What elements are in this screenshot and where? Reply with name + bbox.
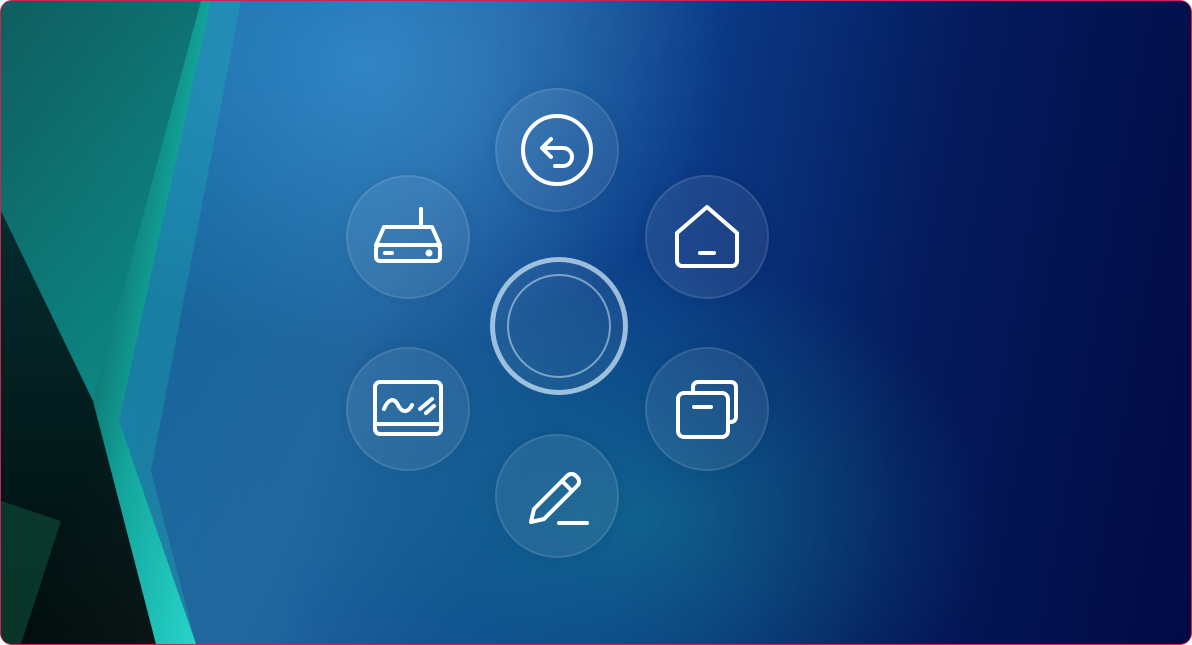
home-icon [675, 205, 739, 268]
router-icon [374, 207, 442, 263]
windows-stack-icon [676, 380, 738, 439]
desktop-screen [0, 0, 1192, 645]
annotate-button[interactable] [495, 434, 619, 558]
multitask-button[interactable] [645, 347, 769, 471]
back-arrow-icon [521, 114, 593, 186]
whiteboard-button[interactable] [346, 347, 470, 471]
radial-menu-center-button[interactable] [490, 257, 628, 395]
whiteboard-icon [373, 380, 443, 436]
home-button[interactable] [645, 175, 769, 299]
back-button[interactable] [495, 88, 619, 212]
circle-ring-icon [507, 274, 611, 378]
source-button[interactable] [346, 175, 470, 299]
pen-icon [529, 472, 589, 525]
